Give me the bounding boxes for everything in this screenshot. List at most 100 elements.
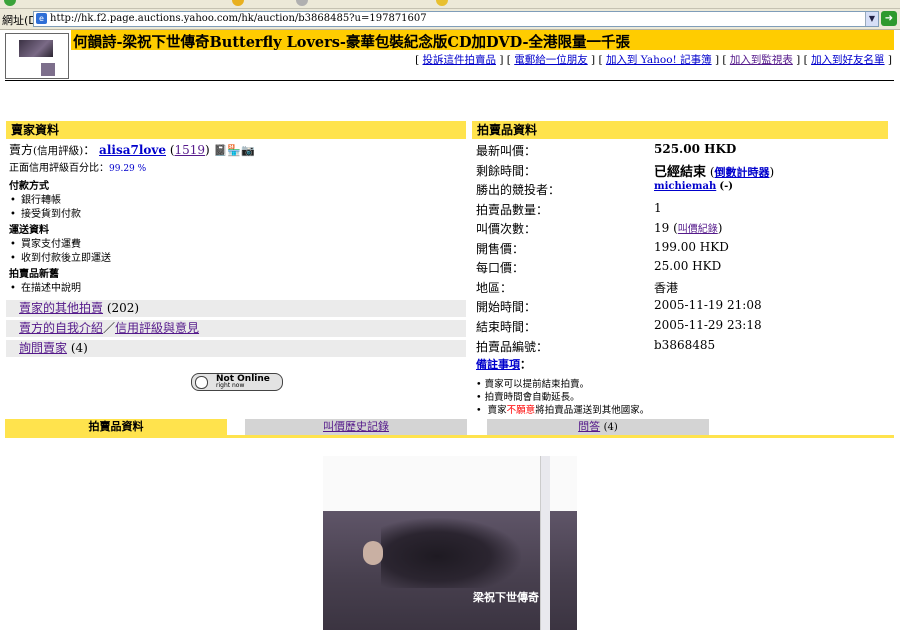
address-field[interactable]: e http://hk.f2.page.auctions.yahoo.com/h… (33, 11, 879, 27)
header-divider (5, 80, 894, 81)
tab-bid-history[interactable]: 叫價歷史記錄 (245, 419, 467, 435)
current-bid-value: 525.00 HKD (654, 142, 737, 156)
folder-icon[interactable] (436, 0, 448, 6)
list-item: 在描述中說明 (10, 282, 469, 296)
other-auctions-count: (202) (106, 301, 140, 315)
list-item: 接受貨到付款 (10, 208, 469, 222)
seller-label-note: (信用評級) (33, 145, 84, 157)
ask-seller-row: 詢問賣家 (4) (6, 340, 466, 357)
rating-feedback-link[interactable]: 信用評級與意見 (115, 321, 199, 335)
region-label: 地區： (476, 281, 513, 295)
bids-value: 19 (叫價紀錄) (654, 221, 723, 235)
countdown-link[interactable]: 倒數計時器 (715, 166, 770, 179)
list-item: 買家支付運費 (10, 238, 469, 252)
thumbnail-image (19, 40, 53, 57)
seller-line: 賣方(信用評級)： alisa7love (1519) 📓🏪📷 (9, 143, 255, 157)
favorites-icon[interactable] (232, 0, 244, 6)
region-value: 香港 (654, 281, 679, 295)
product-photo: 梁祝下世傳奇 (323, 456, 577, 630)
add-to-notepad-link[interactable]: 加入到 Yahoo! 記事簿 (606, 54, 712, 66)
notes-row: 備註事項： (476, 358, 531, 371)
page-title: 何韻詩-梁祝下世傳奇Butterfly Lovers-豪華包裝紀念版CD加DVD… (73, 34, 630, 51)
payment-title: 付款方式 (9, 181, 49, 192)
ask-seller-count: (4) (70, 341, 88, 355)
online-status-badge[interactable]: Not Online right now (191, 373, 283, 391)
winner-value: michiemah (-) (654, 181, 734, 192)
end-time-value: 2005-11-29 23:18 (654, 318, 762, 332)
seller-rating-link[interactable]: 1519 (175, 143, 206, 157)
seller-name-link[interactable]: alisa7love (99, 143, 166, 157)
increment-label: 每口價： (476, 261, 525, 275)
ask-seller-link[interactable]: 詢問賣家 (19, 341, 67, 355)
start-price-label: 開售價： (476, 242, 525, 256)
item-thumbnail[interactable] (5, 33, 69, 79)
separator: ／ (103, 321, 116, 335)
time-left-label: 剩餘時間： (476, 164, 537, 178)
positive-label: 正面信用評級百分比： (9, 163, 109, 174)
tab-underline (5, 435, 894, 438)
photo-icon[interactable]: 📷 (241, 144, 255, 157)
end-time-label: 結束時間： (476, 320, 537, 334)
item-id-label: 拍賣品編號： (476, 340, 549, 354)
positive-rating: 正面信用評級百分比：99.29 % (9, 161, 469, 177)
email-friend-link[interactable]: 電郵給一位朋友 (514, 54, 588, 66)
photo-spine (540, 456, 550, 630)
note-shipping: • 賣家不願意將拍賣品運送到其他國家。 (476, 405, 650, 416)
other-auctions-row: 賣家的其他拍賣 (202) (6, 300, 466, 317)
tab-qa[interactable]: 問答 (4) (487, 419, 709, 435)
title-bar: 何韻詩-梁祝下世傳奇Butterfly Lovers-豪華包裝紀念版CD加DVD… (71, 30, 894, 51)
photo-figure (363, 541, 383, 565)
history-icon[interactable] (296, 0, 308, 6)
add-to-watchlist-link[interactable]: 加入到監視表 (730, 54, 793, 66)
back-icon[interactable] (4, 0, 16, 6)
winner-label: 勝出的競投者： (476, 183, 561, 197)
seller-section-title: 賣家資料 (6, 121, 466, 139)
list-item: 銀行轉帳 (10, 194, 469, 208)
address-url[interactable]: http://hk.f2.page.auctions.yahoo.com/hk/… (50, 12, 427, 26)
current-bid-label: 最新叫價： (476, 144, 537, 158)
store-icon[interactable]: 🏪 (227, 144, 241, 157)
photo-caption: 梁祝下世傳奇 (473, 591, 539, 604)
positive-value: 99.29 % (109, 164, 147, 174)
address-dropdown-icon[interactable]: ▼ (865, 12, 878, 26)
browser-toolbar (0, 0, 900, 9)
photo-top (323, 456, 577, 512)
shipping-list: 買家支付運費 收到付款後立即運送 (9, 238, 469, 266)
go-arrow-icon[interactable]: ➜ (881, 11, 897, 26)
action-links: [ 投訴這件拍賣品 ] [ 電郵給一位朋友 ] [ 加入到 Yahoo! 記事簿… (415, 54, 892, 66)
address-bar: 網址(D) e http://hk.f2.page.auctions.yahoo… (0, 9, 900, 30)
condition-list: 在描述中說明 (9, 282, 469, 296)
start-price-value: 199.00 HKD (654, 240, 729, 254)
start-time-value: 2005-11-19 21:08 (654, 298, 762, 312)
condition-title: 拍賣品新舊 (9, 269, 59, 280)
add-to-friends-link[interactable]: 加入到好友名單 (811, 54, 885, 66)
shipping-title: 運送資料 (9, 225, 49, 236)
warning-text: 不願意 (506, 405, 536, 416)
notes-link[interactable]: 備註事項 (476, 358, 520, 371)
messenger-icon (195, 376, 208, 389)
note-early-end: • 賣家可以提前結束拍賣。 (476, 379, 590, 390)
thumbnail-image-small (41, 63, 55, 76)
quantity-value: 1 (654, 201, 662, 215)
winner-link[interactable]: michiemah (654, 181, 716, 192)
other-auctions-link[interactable]: 賣家的其他拍賣 (19, 301, 103, 315)
seller-intro-row: 賣方的自我介紹／信用評級與意見 (6, 320, 466, 337)
list-item: 收到付款後立即運送 (10, 252, 469, 266)
report-item-link[interactable]: 投訴這件拍賣品 (423, 54, 497, 66)
bid-history-link[interactable]: 叫價紀錄 (678, 224, 718, 235)
note-auto-extend: • 拍賣時間會自動延長。 (476, 392, 580, 403)
auction-section-title: 拍賣品資料 (472, 121, 888, 139)
start-time-label: 開始時間： (476, 300, 537, 314)
item-id-value: b3868485 (654, 338, 716, 352)
me-page-icon[interactable]: 📓 (214, 144, 228, 157)
seller-label: 賣方 (9, 143, 34, 157)
seller-info: 賣方(信用評級)： alisa7love (1519) 📓🏪📷 正面信用評級百分… (9, 142, 469, 296)
tab-item-info[interactable]: 拍賣品資料 (5, 419, 227, 435)
page-icon: e (36, 13, 47, 24)
seller-intro-link[interactable]: 賣方的自我介紹 (19, 321, 103, 335)
photo-wings (381, 518, 521, 588)
payment-list: 銀行轉帳 接受貨到付款 (9, 194, 469, 222)
time-left-value: 已經結束 (倒數計時器) (654, 165, 775, 180)
bids-label: 叫價次數： (476, 222, 537, 236)
online-status-sub: right now (216, 382, 245, 389)
